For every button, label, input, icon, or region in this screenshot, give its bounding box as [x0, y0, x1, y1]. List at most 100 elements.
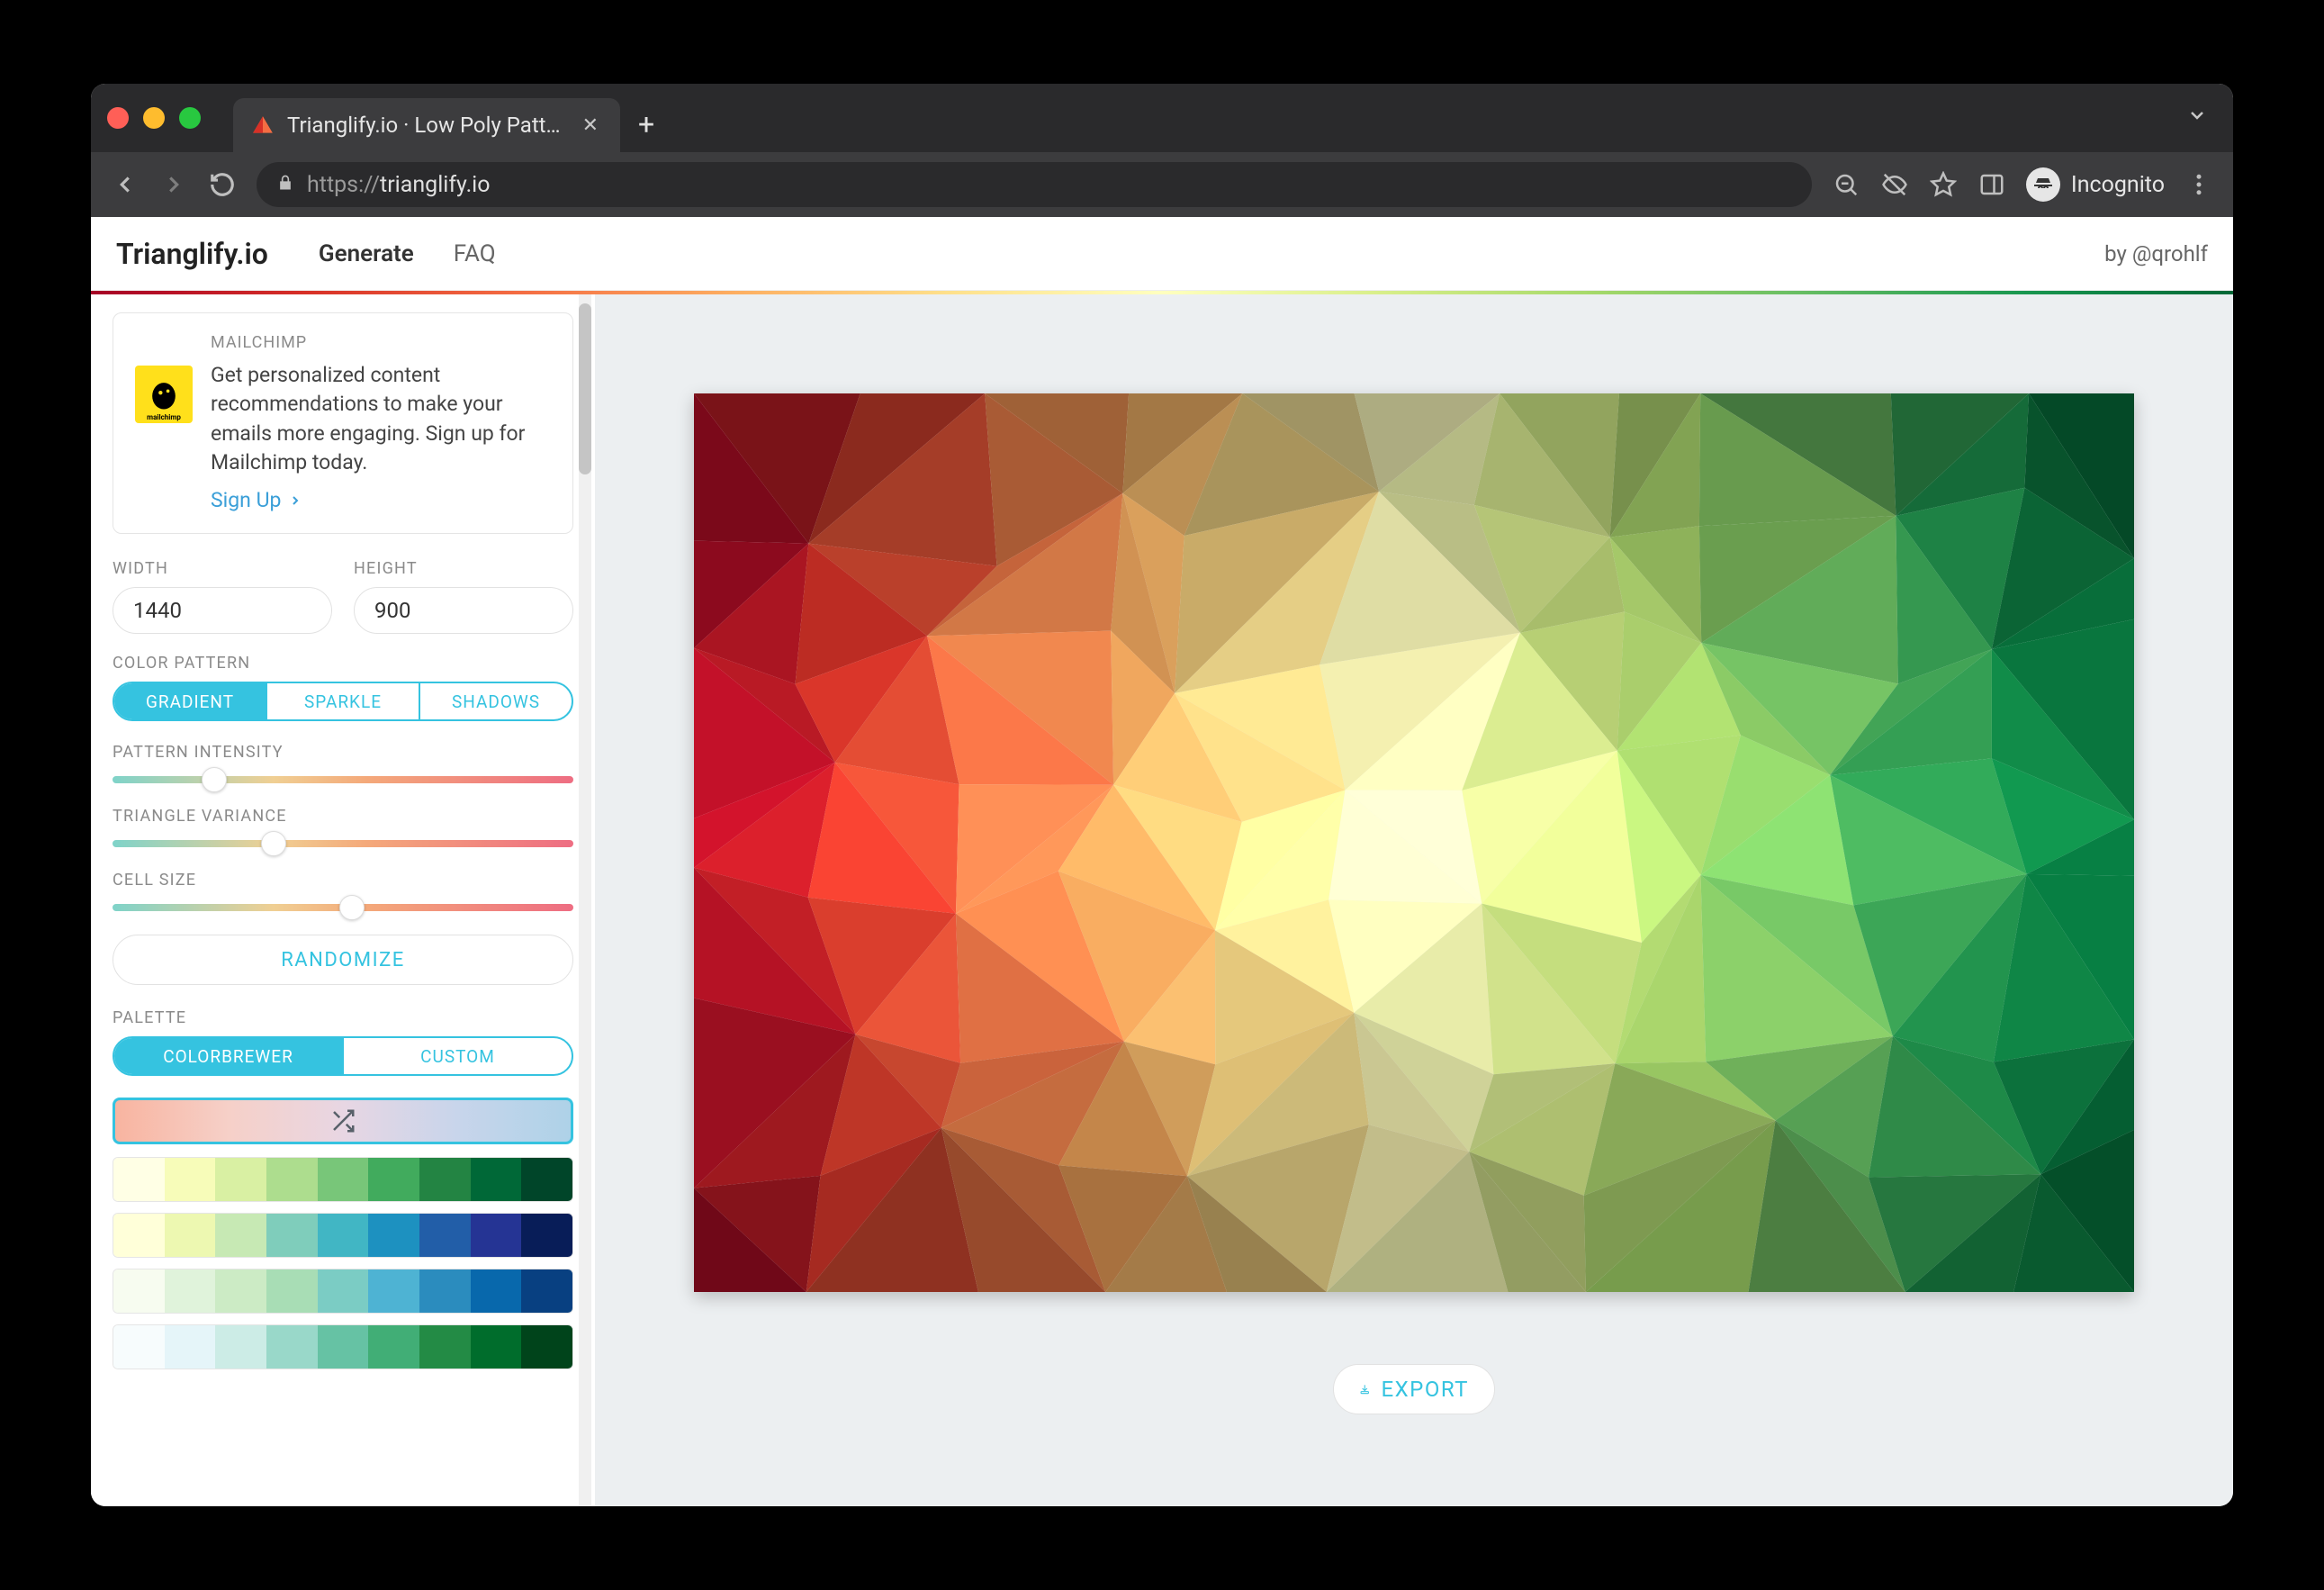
palette-swatch-cell: [215, 1325, 266, 1369]
palette-swatch-cell: [318, 1325, 369, 1369]
palette-swatch-cell: [165, 1269, 216, 1313]
address-bar[interactable]: https://trianglify.io: [257, 162, 1812, 207]
window-maximize-button[interactable]: [179, 107, 201, 129]
sponsor-name: MAILCHIMP: [211, 331, 551, 354]
height-input[interactable]: 900: [354, 587, 573, 634]
browser-toolbar: https://trianglify.io Incognito: [91, 152, 2233, 217]
palette-swatch-cell: [471, 1158, 522, 1201]
cell-size-slider[interactable]: [113, 904, 573, 911]
sidebar-scrollbar[interactable]: [579, 294, 591, 1506]
credit-link[interactable]: by @qrohlf: [2104, 241, 2208, 267]
palette-swatch-cell: [266, 1158, 318, 1201]
palette-swatch-cell: [266, 1325, 318, 1369]
sponsor-text: Get personalized content recommendations…: [211, 361, 551, 477]
seg-shadows[interactable]: SHADOWS: [420, 683, 572, 719]
palette-swatch-row[interactable]: [113, 1269, 573, 1314]
new-tab-button[interactable]: +: [638, 107, 654, 141]
palette-swatch-cell: [368, 1214, 419, 1257]
app-header: Trianglify.io Generate FAQ by @qrohlf: [91, 217, 2233, 291]
palette-swatch-cell: [471, 1214, 522, 1257]
window-close-button[interactable]: [107, 107, 129, 129]
tab-favicon-icon: [251, 113, 275, 137]
zoom-out-icon[interactable]: [1832, 170, 1860, 199]
palette-swatch-row[interactable]: [113, 1324, 573, 1369]
width-field: WIDTH 1440: [113, 559, 332, 634]
palette-swatch-cell: [419, 1269, 471, 1313]
palette-swatch-cell: [266, 1269, 318, 1313]
palette-swatch-cell: [215, 1158, 266, 1201]
palette-swatch-row[interactable]: [113, 1213, 573, 1258]
palette-list: [113, 1157, 573, 1369]
palette-swatch-cell: [521, 1214, 572, 1257]
app-body: mailchimp MAILCHIMP Get personalized con…: [91, 294, 2233, 1506]
shuffle-icon: [329, 1107, 356, 1134]
seg-sparkle[interactable]: SPARKLE: [267, 683, 420, 719]
seg-custom[interactable]: CUSTOM: [344, 1038, 572, 1074]
tab-title: Trianglify.io · Low Poly Pattern: [287, 113, 566, 138]
browser-titlebar: Trianglify.io · Low Poly Pattern ✕ +: [91, 84, 2233, 152]
shuffle-palette-button[interactable]: [113, 1098, 573, 1144]
reload-button[interactable]: [208, 170, 237, 199]
triangle-variance-slider[interactable]: [113, 840, 573, 847]
palette-swatch-cell: [471, 1269, 522, 1313]
palette-swatch-cell: [318, 1269, 369, 1313]
palette-swatch-cell: [419, 1158, 471, 1201]
traffic-lights: [107, 107, 201, 129]
width-label: WIDTH: [113, 559, 332, 578]
palette-swatch-cell: [471, 1325, 522, 1369]
tracking-icon[interactable]: [1880, 170, 1909, 199]
pattern-canvas: [694, 393, 2134, 1292]
cell-size-thumb[interactable]: [339, 895, 365, 920]
palette-swatch-cell: [419, 1325, 471, 1369]
palette-swatch-cell: [165, 1325, 216, 1369]
sponsor-cta[interactable]: Sign Up: [211, 486, 551, 515]
palette-swatch-cell: [419, 1214, 471, 1257]
pattern-intensity-slider[interactable]: [113, 776, 573, 783]
nav-faq[interactable]: FAQ: [454, 240, 496, 267]
incognito-icon: [2026, 167, 2060, 202]
incognito-indicator[interactable]: Incognito: [2026, 167, 2165, 202]
palette-segmented: COLORBREWER CUSTOM: [113, 1036, 573, 1076]
palette-swatch-cell: [521, 1158, 572, 1201]
forward-button[interactable]: [159, 170, 188, 199]
color-pattern-segmented: GRADIENT SPARKLE SHADOWS: [113, 682, 573, 721]
palette-swatch-row[interactable]: [113, 1157, 573, 1202]
browser-tab[interactable]: Trianglify.io · Low Poly Pattern ✕: [233, 98, 620, 152]
canvas-area: EXPORT: [595, 294, 2233, 1506]
back-button[interactable]: [111, 170, 140, 199]
tabs-chevron-down-icon[interactable]: [2186, 104, 2208, 131]
randomize-button[interactable]: RANDOMIZE: [113, 935, 573, 985]
sponsor-card[interactable]: mailchimp MAILCHIMP Get personalized con…: [113, 312, 573, 534]
triangle-variance-thumb[interactable]: [261, 831, 286, 856]
panel-icon[interactable]: [1977, 170, 2006, 199]
sidebar-scrollbar-thumb[interactable]: [579, 303, 591, 474]
color-pattern-label: COLOR PATTERN: [113, 654, 573, 673]
cell-size-label: CELL SIZE: [113, 871, 573, 890]
palette-swatch-cell: [521, 1325, 572, 1369]
tab-close-icon[interactable]: ✕: [579, 114, 602, 137]
pattern-intensity-label: PATTERN INTENSITY: [113, 743, 573, 762]
nav-generate[interactable]: Generate: [319, 240, 414, 267]
seg-gradient[interactable]: GRADIENT: [114, 683, 267, 719]
palette-swatch-cell: [165, 1214, 216, 1257]
width-input[interactable]: 1440: [113, 587, 332, 634]
palette-swatch-cell: [215, 1269, 266, 1313]
pattern-intensity-thumb[interactable]: [202, 767, 227, 792]
palette-label: PALETTE: [113, 1008, 573, 1027]
palette-swatch-cell: [113, 1269, 165, 1313]
height-label: HEIGHT: [354, 559, 573, 578]
palette-swatch-cell: [113, 1325, 165, 1369]
mailchimp-logo-icon: mailchimp: [135, 366, 193, 423]
bookmark-star-icon[interactable]: [1929, 170, 1958, 199]
export-icon: [1359, 1379, 1370, 1399]
kebab-menu-icon[interactable]: [2184, 170, 2213, 199]
window-minimize-button[interactable]: [143, 107, 165, 129]
sponsor-body: MAILCHIMP Get personalized content recom…: [211, 331, 551, 515]
palette-swatch-cell: [266, 1214, 318, 1257]
export-button[interactable]: EXPORT: [1333, 1364, 1495, 1414]
lock-icon: [276, 172, 294, 198]
url-scheme: https://trianglify.io: [307, 172, 491, 198]
brand-logo[interactable]: Trianglify.io: [116, 237, 268, 271]
seg-colorbrewer[interactable]: COLORBREWER: [114, 1038, 344, 1074]
dimensions-row: WIDTH 1440 HEIGHT 900: [113, 559, 573, 634]
